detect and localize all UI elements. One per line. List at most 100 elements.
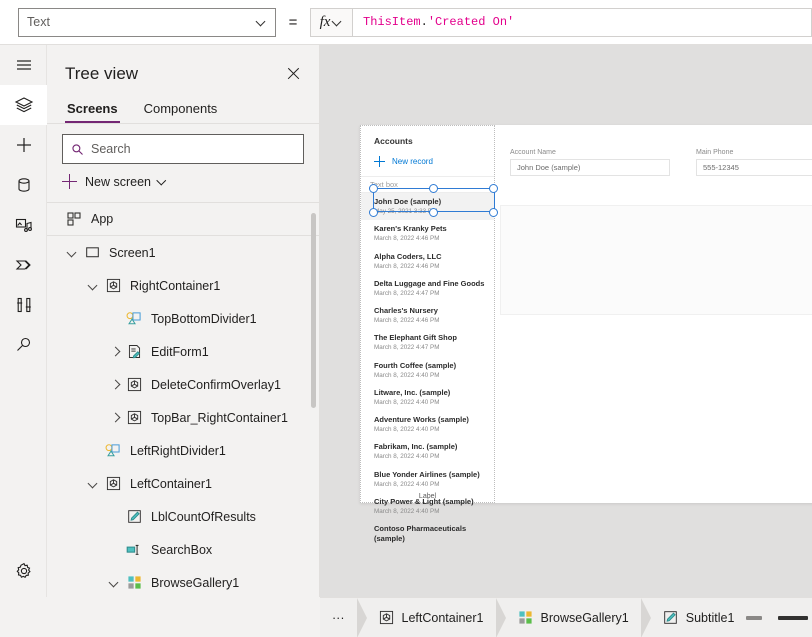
new-screen-button[interactable]: New screen	[47, 166, 319, 197]
tree-row-rightcontainer1[interactable]: RightContainer1	[47, 269, 319, 302]
property-dropdown[interactable]: Text	[18, 7, 276, 37]
formula-input[interactable]: ThisItem. 'Created On'	[352, 7, 812, 37]
tree-row-app[interactable]: App	[47, 203, 319, 236]
gallery-item-name: Blue Yonder Airlines (sample)	[374, 469, 480, 479]
gallery-footer-label: Label	[418, 493, 437, 500]
chevron-down-icon[interactable]	[86, 278, 102, 294]
tree-rows: Screen1 RightContainer1 TopBottomDivider1 E…	[47, 236, 319, 637]
field-input-main-phone[interactable]: 555-12345	[696, 159, 812, 176]
breadcrumb-label: Subtitle1	[685, 610, 735, 625]
gallery-item[interactable]: Fabrikam, Inc. (sample) March 8, 2022 4:4…	[361, 438, 494, 465]
gallery-item-name: Contoso Pharmaceuticals (sample)	[374, 524, 467, 544]
search-magnifier-icon[interactable]	[0, 325, 47, 365]
app-grid-icon	[65, 210, 83, 228]
data-cylinder-icon[interactable]	[0, 165, 47, 205]
gallery-item[interactable]: Delta Luggage and Fine Goods March 8, 202…	[361, 275, 494, 302]
gallery-item[interactable]: The Elephant Gift Shop March 8, 2022 4:47…	[361, 329, 494, 356]
tree-row-lblcountofresults[interactable]: LblCountOfResults	[47, 500, 319, 533]
chevron-right-icon[interactable]	[107, 344, 123, 360]
field-input-account-name[interactable]: John Doe (sample)	[510, 159, 670, 176]
form-card-band	[500, 205, 812, 315]
tree-view-icon[interactable]	[0, 85, 47, 125]
chevron-right-icon[interactable]	[107, 377, 123, 393]
breadcrumb-item-subtitle1[interactable]: Subtitle1	[651, 598, 747, 637]
gallery-item[interactable]: Karen's Kranky Pets March 8, 2022 4:46 PM	[361, 220, 494, 247]
gallery-item-name: Fabrikam, Inc. (sample)	[374, 442, 458, 452]
tree-row-app-label: App	[91, 212, 114, 226]
gallery-item-date: March 8, 2022 4:40 PM	[374, 398, 440, 406]
tree-row-browsegallery1[interactable]: BrowseGallery1	[47, 566, 319, 599]
tab-components[interactable]: Components	[142, 97, 220, 123]
power-automate-icon[interactable]	[0, 245, 47, 285]
chevron-right-icon[interactable]	[107, 410, 123, 426]
resize-handle-s[interactable]	[429, 208, 438, 217]
chevron-down-icon	[158, 177, 167, 186]
gallery-item[interactable]: Fourth Coffee (sample) March 8, 2022 4:40…	[361, 357, 494, 384]
tree-row-topbottomdivider1[interactable]: TopBottomDivider1	[47, 302, 319, 335]
breadcrumb-label: LeftContainer1	[401, 610, 484, 625]
breadcrumb-separator	[356, 597, 367, 637]
breadcrumb-overflow[interactable]: ···	[320, 598, 357, 637]
gallery-item[interactable]: Adventure Works (sample) March 8, 2022 4:…	[361, 411, 494, 438]
zoom-in-bar[interactable]	[778, 615, 809, 620]
insert-plus-icon[interactable]	[0, 125, 47, 165]
right-container-preview[interactable]: Account Name John Doe (sample) Main Phon…	[496, 125, 812, 503]
form-icon	[125, 343, 143, 361]
left-icon-rail	[0, 45, 47, 637]
tree-row-topbar_rightcontainer1[interactable]: TopBar_RightContainer1	[47, 401, 319, 434]
gallery-item-name: Charles's Nursery	[374, 306, 438, 315]
divider-icon	[125, 310, 143, 328]
resize-handle-n[interactable]	[429, 184, 438, 193]
gallery-item[interactable]: Charles's Nursery March 8, 2022 4:46 PM	[361, 302, 494, 329]
new-record-button[interactable]: New record	[361, 146, 494, 167]
zoom-out-bar[interactable]	[746, 615, 763, 620]
left-container-preview[interactable]: Accounts New record Text box John Doe (s…	[360, 125, 498, 543]
gallery-item-name: Alpha Coders, LLC	[374, 251, 442, 261]
fx-button[interactable]: fx	[310, 7, 352, 37]
tree-view-panel: Tree view Screens Components Search New …	[47, 45, 320, 637]
gallery-icon	[125, 574, 143, 592]
chevron-down-icon[interactable]	[65, 245, 81, 261]
tree-row-label: TopBottomDivider1	[151, 311, 257, 326]
search-input[interactable]: Search	[62, 134, 304, 164]
tree-row-screen1[interactable]: Screen1	[47, 236, 319, 269]
tree-vertical-scrollbar[interactable]	[311, 213, 316, 408]
field-label-main-phone: Main Phone	[696, 149, 734, 156]
hamburger-menu-icon[interactable]	[0, 45, 47, 85]
gallery-item-date: March 8, 2022 4:40 PM	[374, 507, 440, 515]
close-icon[interactable]	[283, 63, 305, 85]
bottom-left-strip	[0, 597, 320, 637]
gallery-item-date: March 8, 2022 4:47 PM	[374, 344, 440, 352]
equals-sign: =	[288, 13, 298, 31]
gallery-search-box[interactable]: Text box	[361, 176, 494, 193]
variables-icon[interactable]	[0, 285, 47, 325]
gallery-item[interactable]: Contoso Pharmaceuticals (sample)	[361, 520, 494, 548]
tree-row-editform1[interactable]: EditForm1	[47, 335, 319, 368]
chevron-down-icon[interactable]	[107, 575, 123, 591]
resize-handle-nw[interactable]	[369, 184, 378, 193]
gallery-icon	[518, 610, 533, 625]
breadcrumb-item-leftcontainer1[interactable]: LeftContainer1	[367, 598, 496, 637]
chevron-down-icon[interactable]	[86, 476, 102, 492]
gallery-item[interactable]: Blue Yonder Airlines (sample) March 8, 20…	[361, 466, 494, 493]
tree-row-label: DeleteConfirmOverlay1	[151, 377, 281, 392]
breadcrumb-item-browsegallery1[interactable]: BrowseGallery1	[506, 598, 641, 637]
tree-row-deleteconfirmoverlay1[interactable]: DeleteConfirmOverlay1	[47, 368, 319, 401]
settings-gear-icon[interactable]	[0, 551, 47, 591]
gallery-item[interactable]: Litware, Inc. (sample) March 8, 2022 4:40…	[361, 384, 494, 411]
tree-row-leftrightdivider1[interactable]: LeftRightDivider1	[47, 434, 319, 467]
tree-row-label: SearchBox	[151, 542, 213, 557]
app-canvas[interactable]: Accounts New record Text box John Doe (s…	[320, 45, 812, 597]
gallery-item[interactable]: Alpha Coders, LLC March 8, 2022 4:46 PM	[361, 248, 494, 275]
breadcrumb-separator	[495, 597, 506, 637]
container-icon	[125, 376, 143, 394]
media-icon[interactable]	[0, 205, 47, 245]
tab-screens[interactable]: Screens	[65, 97, 120, 123]
tree-row-label: BrowseGallery1	[151, 575, 240, 590]
gallery-item[interactable]: John Doe (sample) May 25, 2021 3:33 PM	[361, 193, 494, 221]
tree-row-leftcontainer1[interactable]: LeftContainer1	[47, 467, 319, 500]
label-icon	[663, 610, 678, 625]
resize-handle-sw[interactable]	[369, 208, 378, 217]
tree-row-searchbox[interactable]: SearchBox	[47, 533, 319, 566]
